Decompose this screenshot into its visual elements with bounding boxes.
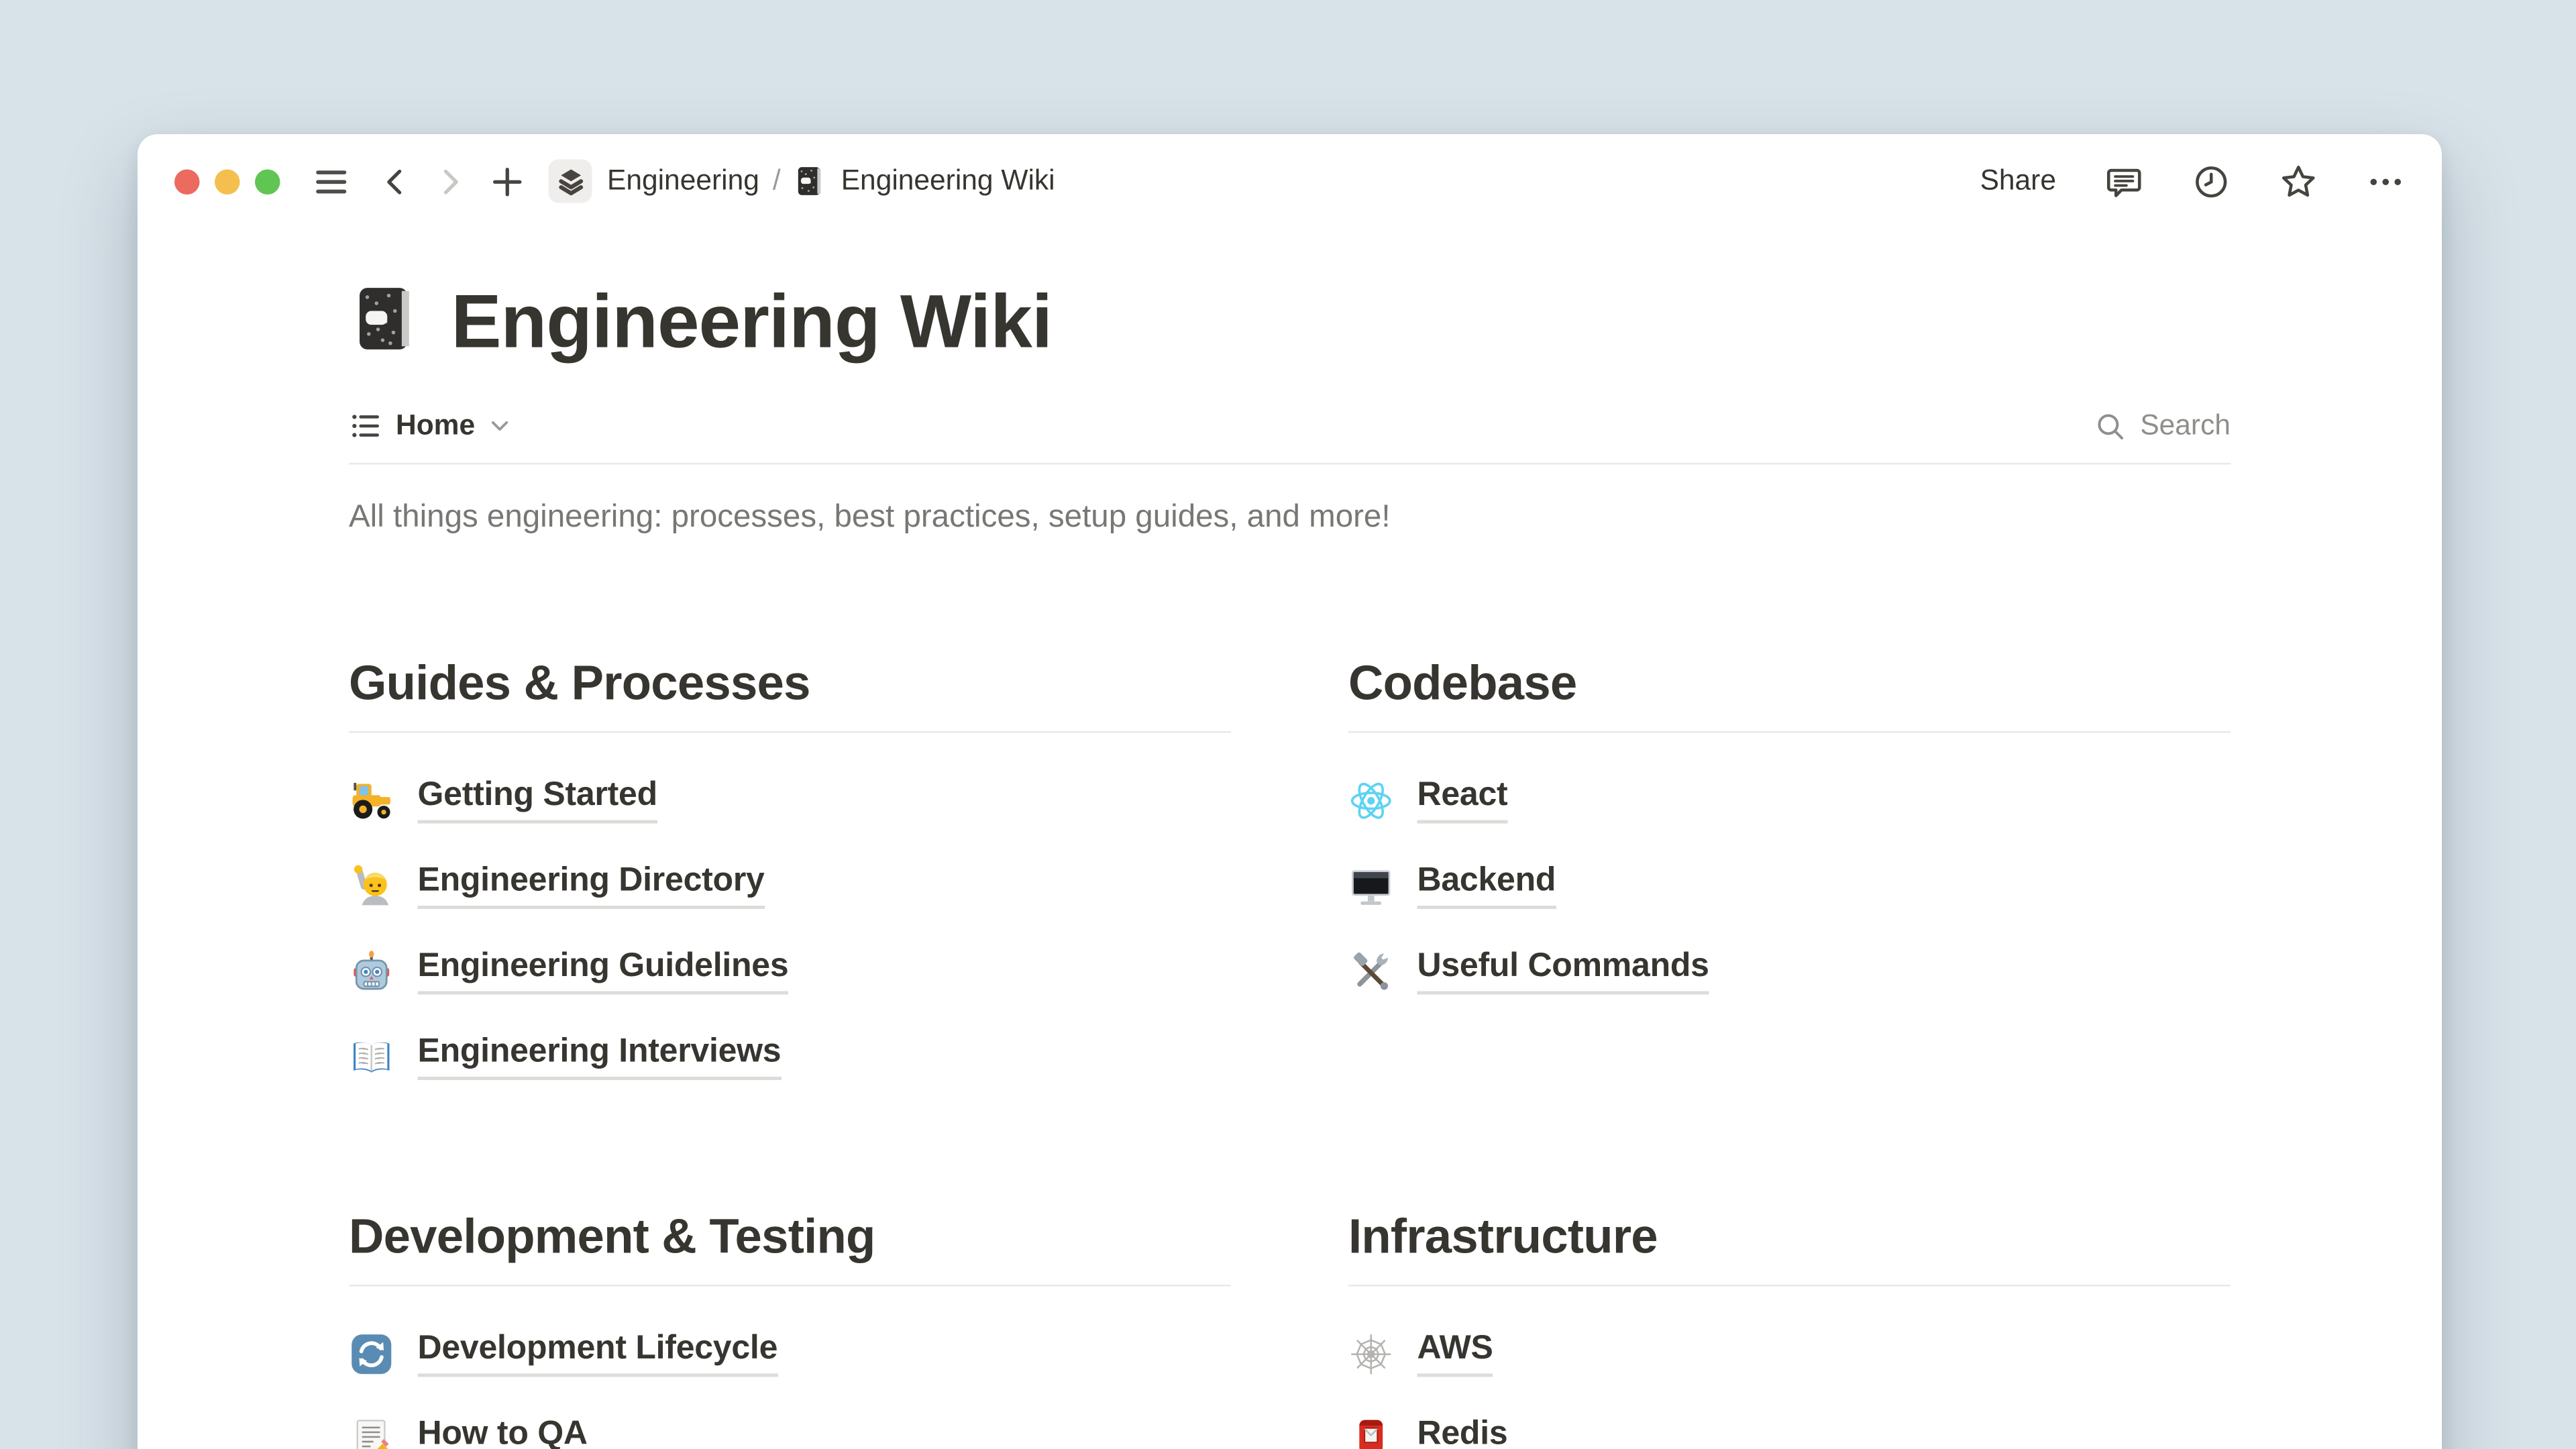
divider: [1348, 1285, 2231, 1287]
counterclockwise-arrows-emoji: [349, 1331, 394, 1377]
titlebar: Engineering / Engineering Wiki Share: [138, 134, 2442, 228]
link-label[interactable]: Engineering Directory: [418, 862, 765, 909]
zoom-window-button[interactable]: [255, 168, 280, 194]
comments-icon[interactable]: [2105, 162, 2144, 201]
link-getting-started[interactable]: Getting Started: [349, 777, 1231, 824]
link-label[interactable]: Development Lifecycle: [418, 1330, 778, 1377]
page-title: Engineering Wiki: [451, 278, 1053, 366]
link-redis[interactable]: Redis: [1348, 1415, 2231, 1449]
notebook-emoji: [794, 164, 828, 198]
breadcrumb-teamspace[interactable]: Engineering: [607, 164, 759, 198]
link-backend[interactable]: Backend: [1348, 862, 2231, 909]
link-label[interactable]: How to QA: [418, 1415, 588, 1449]
robot-emoji: [349, 949, 394, 994]
breadcrumb-separator: /: [773, 164, 781, 198]
link-list: React: [1348, 777, 2231, 995]
hammer-and-wrench-emoji: [1348, 949, 1394, 994]
section-codebase: Codebase Re: [1348, 657, 2231, 1119]
link-react[interactable]: React: [1348, 777, 2231, 824]
section-title: Infrastructure: [1348, 1211, 2231, 1267]
link-label[interactable]: Engineering Guidelines: [418, 948, 789, 995]
minimize-window-button[interactable]: [215, 168, 240, 194]
page-header: Engineering Wiki: [349, 278, 2231, 366]
divider: [349, 731, 1231, 733]
divider: [349, 1285, 1231, 1287]
tab-home[interactable]: Home: [349, 409, 512, 443]
notion-window: Engineering / Engineering Wiki Share: [138, 134, 2442, 1449]
section-guides-processes: Guides & Processes: [349, 657, 1231, 1119]
link-engineering-directory[interactable]: Engineering Directory: [349, 862, 1231, 909]
search-icon: [2095, 410, 2127, 442]
view-tabs-bar: Home Search: [349, 409, 2231, 465]
breadcrumb-page[interactable]: Engineering Wiki: [841, 164, 1055, 198]
section-title: Codebase: [1348, 657, 2231, 713]
page-content: Engineering Wiki Home Search: [349, 278, 2231, 1449]
link-label[interactable]: AWS: [1417, 1330, 1493, 1377]
spider-web-emoji: [1348, 1331, 1394, 1377]
link-engineering-interviews[interactable]: Engineering Interviews: [349, 1033, 1231, 1080]
share-button[interactable]: Share: [1980, 164, 2056, 198]
link-label[interactable]: Engineering Interviews: [418, 1033, 782, 1080]
link-label[interactable]: Getting Started: [418, 777, 657, 824]
link-development-lifecycle[interactable]: Development Lifecycle: [349, 1330, 1231, 1377]
link-label[interactable]: Backend: [1417, 862, 1556, 909]
chevron-down-icon: [488, 415, 512, 438]
link-useful-commands[interactable]: Useful Commands: [1348, 948, 2231, 995]
open-book-emoji: [349, 1034, 394, 1079]
tractor-emoji: [349, 777, 394, 823]
view-tab-label: Home: [396, 409, 475, 443]
section-title: Development & Testing: [349, 1211, 1231, 1267]
person-raising-hand-emoji: [349, 863, 394, 908]
section-infrastructure: Infrastructure: [1348, 1211, 2231, 1449]
more-ellipsis-icon[interactable]: [2367, 162, 2406, 201]
list-view-icon: [349, 409, 382, 443]
notebook-emoji[interactable]: [349, 281, 423, 364]
titlebar-actions: Share: [1980, 162, 2405, 201]
section-development-testing: Development & Testing: [349, 1211, 1231, 1449]
memo-emoji: [349, 1416, 394, 1449]
react-logo: [1348, 777, 1394, 823]
new-page-icon[interactable]: [490, 164, 525, 199]
page-description: All things engineering: processes, best …: [349, 496, 2231, 540]
divider: [1348, 731, 2231, 733]
link-label[interactable]: React: [1417, 777, 1508, 824]
breadcrumb: Engineering / Engineering Wiki: [607, 164, 1055, 198]
link-label[interactable]: Useful Commands: [1417, 948, 1709, 995]
link-list: Development Lifecycle: [349, 1330, 1231, 1449]
link-label[interactable]: Redis: [1417, 1415, 1508, 1449]
close-window-button[interactable]: [174, 168, 200, 194]
sections-grid: Guides & Processes: [349, 657, 2231, 1449]
back-icon[interactable]: [379, 165, 411, 197]
link-engineering-guidelines[interactable]: Engineering Guidelines: [349, 948, 1231, 995]
link-list: AWS: [1348, 1330, 2231, 1449]
postbox-emoji: [1348, 1416, 1394, 1449]
link-aws[interactable]: AWS: [1348, 1330, 2231, 1377]
sidebar-toggle-icon[interactable]: [314, 164, 350, 199]
window-controls: [174, 168, 280, 194]
link-list: Getting Started: [349, 777, 1231, 1081]
updates-clock-icon[interactable]: [2192, 162, 2231, 201]
desktop: Engineering / Engineering Wiki Share: [0, 0, 2576, 1449]
teamspace-icon[interactable]: [549, 160, 592, 203]
desktop-computer-emoji: [1348, 863, 1394, 908]
search-button[interactable]: Search: [2095, 409, 2231, 443]
favorite-star-icon[interactable]: [2279, 162, 2318, 201]
forward-icon[interactable]: [435, 165, 467, 197]
section-title: Guides & Processes: [349, 657, 1231, 713]
link-how-to-qa[interactable]: How to QA: [349, 1415, 1231, 1449]
search-label: Search: [2140, 409, 2231, 443]
